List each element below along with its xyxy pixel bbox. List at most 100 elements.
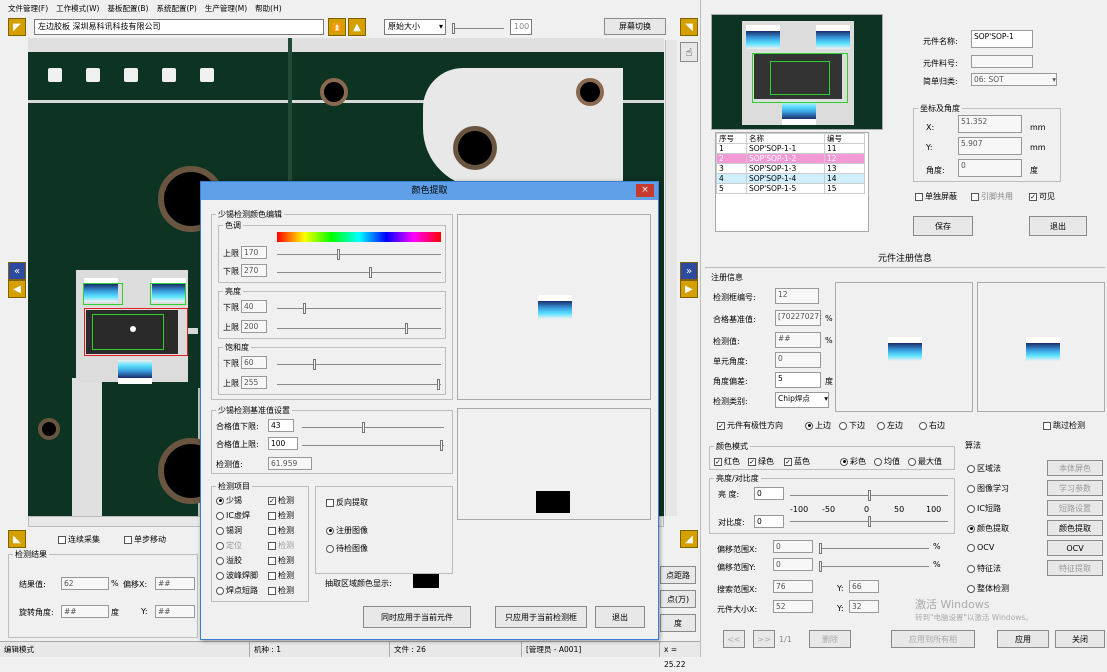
- close-button[interactable]: 关闭: [1055, 630, 1105, 648]
- dialog-exit-button[interactable]: 退出: [595, 606, 645, 628]
- detect-item-radio[interactable]: 溢胶: [216, 555, 242, 566]
- result-value-field[interactable]: 62: [61, 577, 109, 590]
- avg-radio[interactable]: 均值: [874, 456, 900, 467]
- saturation-lower-field[interactable]: 60: [241, 356, 267, 369]
- table-header-cell[interactable]: 名称: [746, 133, 825, 144]
- table-header-cell[interactable]: 编号: [824, 133, 865, 144]
- detect-box[interactable]: [150, 283, 186, 305]
- slider-thumb[interactable]: [405, 323, 408, 334]
- hue-lower-field[interactable]: 270: [241, 264, 267, 277]
- detect-item-radio[interactable]: 波峰焊脚: [216, 570, 258, 581]
- menu-production[interactable]: 生产管理(M): [205, 3, 247, 14]
- slider-thumb[interactable]: [337, 249, 340, 260]
- detect-box[interactable]: [92, 314, 164, 350]
- component-name-field[interactable]: SOP'SOP-1: [971, 30, 1033, 48]
- board-name-field[interactable]: 左边胶板 深圳易科讯科技有限公司: [34, 19, 324, 35]
- offset-y-range-field[interactable]: 0: [773, 558, 813, 571]
- double-right-icon[interactable]: »: [680, 262, 698, 280]
- unit-angle-field[interactable]: 0: [775, 352, 821, 368]
- category-select[interactable]: 06: SOT ▾: [971, 73, 1057, 86]
- detect-item-checkbox[interactable]: 检测: [268, 540, 294, 551]
- menu-system[interactable]: 系统配置(P): [156, 3, 196, 14]
- slider-thumb[interactable]: [437, 379, 440, 390]
- box-no-field[interactable]: 12: [775, 288, 819, 304]
- zoom-slider[interactable]: [452, 23, 504, 34]
- menu-board[interactable]: 基板配置(B): [107, 3, 148, 14]
- table-row[interactable]: 1 SOP'SOP-1-1 11: [716, 143, 865, 154]
- size-y-field[interactable]: 32: [849, 600, 879, 613]
- apply-current-component-button[interactable]: 同时应用于当前元件: [363, 606, 471, 628]
- detect-item-checkbox[interactable]: ✓ 检测: [268, 495, 294, 506]
- table-row[interactable]: 5 SOP'SOP-1-5 15: [716, 183, 865, 194]
- algo-radio[interactable]: OCV: [967, 543, 994, 552]
- algo-button[interactable]: 颜色提取: [1047, 520, 1103, 536]
- contrast-field[interactable]: 0: [754, 515, 784, 528]
- single-mask-checkbox[interactable]: 单独屏蔽: [915, 191, 957, 202]
- double-left-icon[interactable]: «: [8, 262, 26, 280]
- fine-button[interactable]: 点距路: [660, 566, 696, 584]
- dir-up-radio[interactable]: 上边: [805, 420, 831, 431]
- detect-item-radio[interactable]: IC虚焊: [216, 510, 250, 521]
- offset-x-range-field[interactable]: 0: [773, 540, 813, 553]
- offset-x-range-slider[interactable]: [819, 543, 929, 554]
- close-icon[interactable]: ×: [636, 184, 654, 197]
- zoom-number[interactable]: 100: [510, 19, 532, 35]
- pin-share-checkbox[interactable]: 引脚共用: [971, 191, 1013, 202]
- reg-image-radio[interactable]: 注册图像: [326, 525, 368, 536]
- algo-button[interactable]: 本体屏色: [1047, 460, 1103, 476]
- offset-x-field[interactable]: ##: [155, 577, 195, 590]
- saturation-upper-field[interactable]: 255: [241, 376, 267, 389]
- offset-y-range-slider[interactable]: [819, 561, 929, 572]
- max-radio[interactable]: 最大值: [908, 456, 942, 467]
- algo-button[interactable]: 短路设置: [1047, 500, 1103, 516]
- screen-switch-button[interactable]: 屏幕切换: [604, 18, 666, 35]
- pass-lower-slider[interactable]: [302, 422, 444, 433]
- dir-right-radio[interactable]: 右边: [919, 420, 945, 431]
- skip-detect-checkbox[interactable]: 跳过检测: [1043, 420, 1085, 431]
- slider-thumb[interactable]: [819, 543, 822, 554]
- contrast-slider[interactable]: [790, 516, 948, 527]
- delete-button[interactable]: 删除: [809, 630, 851, 648]
- corner-bl-icon[interactable]: ◣: [8, 530, 26, 548]
- slider-thumb[interactable]: [303, 303, 306, 314]
- detect-box[interactable]: [83, 283, 123, 305]
- size-x-field[interactable]: 52: [773, 600, 813, 613]
- brightness-lower-field[interactable]: 40: [241, 300, 267, 313]
- rotation-field[interactable]: ##: [61, 605, 109, 618]
- slider-thumb[interactable]: [440, 440, 443, 451]
- detect-item-radio[interactable]: 焊点短路: [216, 585, 258, 596]
- table-row[interactable]: 4 SOP'SOP-1-4 14: [716, 173, 865, 184]
- menu-work-mode[interactable]: 工作模式(W): [56, 3, 99, 14]
- dir-down-radio[interactable]: 下边: [839, 420, 865, 431]
- reverse-extract-checkbox[interactable]: 反向提取: [326, 497, 368, 508]
- slider-thumb[interactable]: [369, 267, 372, 278]
- slider-thumb[interactable]: [313, 359, 316, 370]
- zoom-slider-thumb[interactable]: [452, 23, 455, 34]
- apply-current-box-button[interactable]: 只应用于当前检测框: [495, 606, 587, 628]
- detect-item-checkbox[interactable]: 检测: [268, 570, 294, 581]
- table-row[interactable]: 2 SOP'SOP-1-2 12: [716, 153, 865, 164]
- right-icon[interactable]: ▶: [680, 280, 698, 298]
- hue-lower-slider[interactable]: [277, 267, 441, 278]
- brightness-field[interactable]: 0: [754, 487, 784, 500]
- left-icon[interactable]: ◀: [8, 280, 26, 298]
- corner-tl-icon[interactable]: ◤: [8, 18, 26, 36]
- table-header-cell[interactable]: 序号: [716, 133, 747, 144]
- color-mode-radio[interactable]: 彩色: [840, 456, 866, 467]
- offset-y-field[interactable]: ##: [155, 605, 195, 618]
- component-partno-field[interactable]: [971, 55, 1033, 68]
- algo-button[interactable]: 学习参数: [1047, 480, 1103, 496]
- fine-button-2[interactable]: 点(万): [660, 590, 696, 608]
- apply-all-button[interactable]: 应用到所有相: [891, 630, 975, 648]
- menu-help[interactable]: 帮助(H): [255, 3, 282, 14]
- algo-button[interactable]: 特征提取: [1047, 560, 1103, 576]
- pass-upper-slider[interactable]: [302, 440, 444, 451]
- table-row[interactable]: 3 SOP'SOP-1-3 13: [716, 163, 865, 174]
- slider-thumb[interactable]: [819, 561, 822, 572]
- search-x-field[interactable]: 76: [773, 580, 813, 593]
- degree-button[interactable]: 度: [660, 614, 696, 632]
- zoom-select[interactable]: 原始大小 ▾: [384, 19, 446, 35]
- algo-radio[interactable]: 颜色提取: [967, 523, 1009, 534]
- apply-button[interactable]: 应用: [997, 630, 1049, 648]
- coord-y-field[interactable]: 5.907: [958, 137, 1022, 155]
